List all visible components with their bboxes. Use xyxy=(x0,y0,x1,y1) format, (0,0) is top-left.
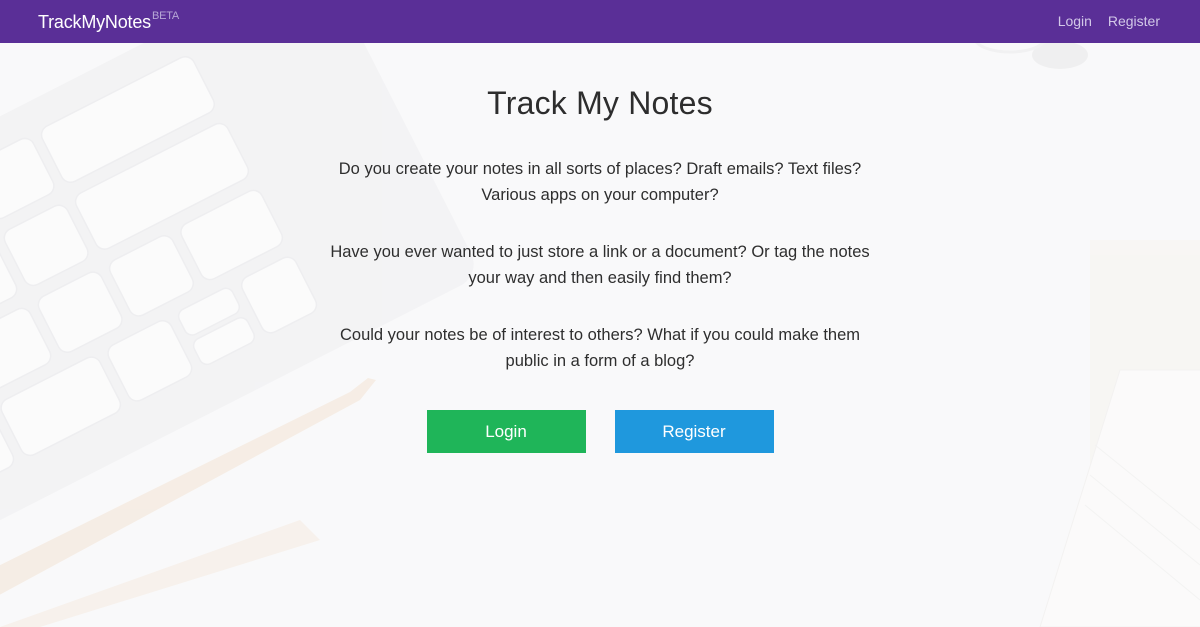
brand-name: TrackMyNotes xyxy=(38,12,151,32)
nav-login-link[interactable]: Login xyxy=(1058,13,1092,29)
top-navbar: TrackMyNotesBETA Login Register xyxy=(0,0,1200,43)
intro-paragraph-2: Have you ever wanted to just store a lin… xyxy=(330,243,870,287)
register-button[interactable]: Register xyxy=(614,410,774,453)
nav-register-link[interactable]: Register xyxy=(1108,13,1160,29)
page-title: Track My Notes xyxy=(487,85,713,121)
nav-links: Login Register xyxy=(1046,13,1160,29)
intro-paragraph-1: Do you create your notes in all sorts of… xyxy=(338,160,862,204)
beta-badge: BETA xyxy=(151,10,180,22)
brand-link[interactable]: TrackMyNotesBETA xyxy=(38,10,180,33)
cta-buttons: Login Register xyxy=(0,410,1200,453)
login-button[interactable]: Login xyxy=(426,410,586,453)
hero-section: Track My Notes Do you create your notes … xyxy=(0,43,1200,453)
intro-paragraph-3: Could your notes be of interest to other… xyxy=(339,326,861,370)
